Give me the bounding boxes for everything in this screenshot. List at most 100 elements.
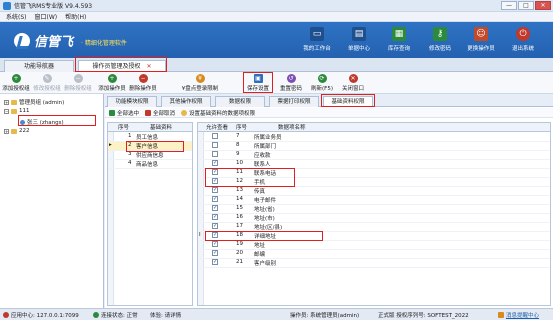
tab-basic-data-permissions[interactable]: 基础资料权限 [323,96,373,107]
table-row[interactable]: 4 商品信息 [108,160,192,169]
menu-help[interactable]: 帮助(H) [65,12,86,21]
row-number: 20 [236,250,243,256]
table-row[interactable]: ✓ 17 地址(区/县) [198,223,550,232]
table-row[interactable]: 7 所属业务员 [198,133,550,142]
menu-window[interactable]: 窗口(W) [35,12,58,21]
operator-tree: + 管理员组 (admin) − 111 张三 (zhangs) + 222 [0,94,104,308]
close-window-tool-button[interactable]: ✕ 关闭窗口 [339,74,367,92]
connection-status: 连接状态: 正常 [93,311,138,319]
document-center-button[interactable]: ▤ 单据中心 [343,25,375,57]
close-window-button[interactable]: ✕ [535,1,551,10]
tree-node-user-zhangs[interactable]: 张三 (zhangs) [20,118,64,126]
table-row[interactable]: 8 所属部门 [198,142,550,151]
folder-icon [11,128,17,134]
change-password-button[interactable]: ⚷ 修改密码 [424,25,456,57]
tree-node-admin-group[interactable]: + 管理员组 (admin) [4,98,64,106]
allow-view-checkbox[interactable]: ✓ [212,232,218,238]
row-number: 19 [236,241,243,247]
allow-view-checkbox[interactable]: ✓ [212,223,218,229]
allow-view-checkbox[interactable]: ✓ [212,205,218,211]
table-row[interactable]: ✓ 16 地址(市) [198,214,550,223]
data-item-name: 所属业务员 [254,135,282,141]
tab-print-permissions[interactable]: 票据打印权限 [269,96,319,107]
remove-user-icon: − [138,74,148,83]
allow-view-checkbox[interactable]: ✓ [212,214,218,220]
data-item-name: 邮编 [254,252,266,258]
cancel-all-button[interactable]: 全部取消 [145,109,175,117]
lock-icon: ¥ [195,74,205,83]
status-bar: 应用中心: 127.0.0.1:7099 连接状态: 正常 体验: 请详情 操作… [0,308,553,320]
allow-view-checkbox[interactable]: ✓ [212,241,218,247]
login-restriction-button[interactable]: ¥ ¥盘点登录限制 [162,74,238,92]
table-row[interactable]: 9 应收款 [198,151,550,160]
refresh-icon: ⟳ [317,74,327,83]
table-row[interactable]: ✓ 13 传真 [198,187,550,196]
plus-icon: + [11,74,21,83]
exit-system-button[interactable]: ⏻ 退出系统 [507,25,539,57]
allow-view-checkbox[interactable]: ✓ [212,169,218,175]
data-item-name: 客户级别 [254,261,277,267]
app-icon [3,1,11,10]
table-row[interactable]: I ✓ 18 详细地址 [198,232,550,241]
delete-auth-group-button[interactable]: − 删除授权组 [64,74,92,92]
menu-system[interactable]: 系统(S) [6,12,27,21]
tab-function-navigator[interactable]: 功能导航器 [4,60,74,72]
refresh-button[interactable]: ⟳ 刷新(F5) [308,74,336,92]
inventory-query-button[interactable]: ▦ 库存查询 [383,25,415,57]
basic-data-grid: 序号 基础资料 1 员工信息 ▸ 2 客户信息 3 供应商信息 4 商品信息 [107,122,193,306]
tab-data-permissions[interactable]: 数据权限 [215,96,265,107]
collapse-icon[interactable]: + [4,99,9,105]
tree-node-group-111[interactable]: − 111 [4,108,30,114]
tree-node-group-222[interactable]: + 222 [4,128,30,134]
edit-icon: ✎ [42,74,52,83]
table-row[interactable]: ✓ 19 地址 [198,241,550,250]
allow-view-checkbox[interactable]: ✓ [212,160,218,166]
row-number: 13 [236,187,243,193]
document-tabs: 功能导航器 操作员管理及授权 ✕ [0,57,553,72]
allow-view-checkbox[interactable]: ✓ [212,259,218,265]
minus-icon: − [73,74,83,83]
reset-password-button[interactable]: ↺ 重置密码 [277,74,305,92]
table-row[interactable]: ✓ 14 电子邮件 [198,196,550,205]
allow-view-checkbox[interactable] [212,151,218,157]
my-workbench-button[interactable]: ▭ 我的工作台 [301,25,333,57]
row-number: 12 [236,178,243,184]
table-row[interactable]: ✓ 12 手机 [198,178,550,187]
add-operator-button[interactable]: + 添加操作员 [98,74,126,92]
minimize-button[interactable]: — [501,1,517,10]
close-tab-icon[interactable]: ✕ [146,63,151,70]
edit-auth-group-button[interactable]: ✎ 修改授权组 [33,74,61,92]
tab-other-permissions[interactable]: 其他操作权限 [161,96,211,107]
allow-view-checkbox[interactable]: ✓ [212,196,218,202]
tab-operator-management[interactable]: 操作员管理及授权 ✕ [78,60,166,72]
data-item-name: 电子邮件 [254,198,277,204]
select-all-button[interactable]: 全部选中 [109,109,139,117]
table-row-selected[interactable]: ▸ 2 客户信息 [108,142,192,151]
allow-view-checkbox[interactable] [212,142,218,148]
allow-view-checkbox[interactable]: ✓ [212,250,218,256]
message-center-link[interactable]: 消息提醒中心 [498,311,539,319]
logo-text: 信管飞 [34,35,74,50]
allow-view-checkbox[interactable]: ✓ [212,178,218,184]
bell-icon [498,312,504,318]
row-number: 15 [236,205,243,211]
tab-module-permissions[interactable]: 功能模块权限 [107,96,157,107]
warehouse-icon: ▦ [392,27,406,41]
table-row[interactable]: 3 供应商信息 [108,151,192,160]
expand-icon[interactable]: − [4,108,9,114]
save-settings-button[interactable]: ▣ 保存设置 [244,74,272,92]
table-row[interactable]: ✓ 11 联系电话 [198,169,550,178]
delete-operator-button[interactable]: − 删除操作员 [129,74,157,92]
collapse-icon[interactable]: + [4,128,9,134]
maximize-button[interactable]: □ [518,1,534,10]
add-auth-group-button[interactable]: + 添加授权组 [2,74,30,92]
operator-status: 操作员: 系统管理员(admin) [290,313,360,319]
table-row[interactable]: ✓ 10 联系人 [198,160,550,169]
allow-view-checkbox[interactable]: ✓ [212,187,218,193]
table-row[interactable]: 1 员工信息 [108,133,192,142]
table-row[interactable]: ✓ 20 邮编 [198,250,550,259]
table-row[interactable]: ✓ 15 地址(省) [198,205,550,214]
table-row[interactable]: ✓ 21 客户级别 [198,259,550,268]
switch-operator-button[interactable]: ☺ 更换操作员 [465,25,497,57]
allow-view-checkbox[interactable] [212,133,218,139]
